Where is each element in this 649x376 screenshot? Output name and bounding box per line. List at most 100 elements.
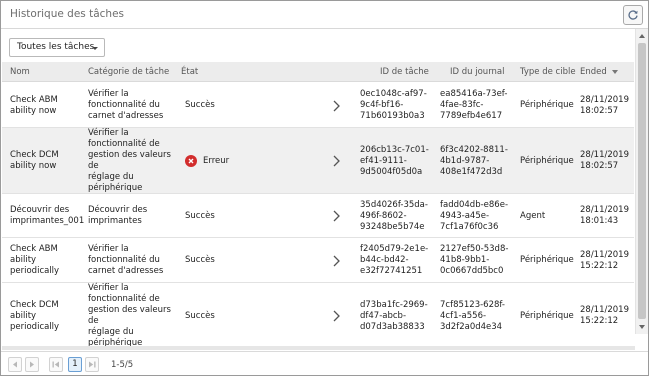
task-table: Nom Catégorie de tâche État ID de tâche … <box>2 62 634 346</box>
cell-line: imprimantes <box>88 216 142 226</box>
cell-line: f2405d79-2e1e- <box>360 244 429 254</box>
cell-name: Check DCM ability periodically <box>10 283 86 346</box>
cell-line: 71b60193b0a3 <box>360 111 425 121</box>
previous-page-button[interactable] <box>8 357 22 372</box>
chevron-right-icon[interactable] <box>331 309 341 323</box>
table-row[interactable]: Check ABM ability periodically Vérifier la f… <box>2 238 634 283</box>
cell-line: 4cf1-a556- <box>440 310 487 321</box>
cell-state: Succès <box>185 194 215 238</box>
cell-target-type: Agent <box>520 194 580 238</box>
cell-line: 0ec1048c-af97- <box>360 89 427 99</box>
cell-category: Vérifier la fonctionnalité du carnet d'adr… <box>88 83 180 128</box>
cell-line: ability <box>10 255 37 265</box>
cell-line: fonctionnalité du <box>88 100 160 110</box>
cell-category-text: Découvrir des imprimantes <box>88 205 147 227</box>
cell-name-text: Découvrir des imprimantes_001 <box>10 205 84 227</box>
cell-line: fonctionnalité de <box>88 294 160 304</box>
last-page-button[interactable] <box>85 357 99 372</box>
first-page-button[interactable] <box>49 357 63 372</box>
task-filter-dropdown[interactable]: Toutes les tâches <box>9 38 105 57</box>
chevron-right-icon[interactable] <box>331 209 341 223</box>
refresh-button[interactable] <box>623 5 643 25</box>
table-row[interactable]: Découvrir des imprimantes_001 Découvrir de… <box>2 194 634 238</box>
horizontal-scrollbar[interactable] <box>2 346 635 350</box>
status-label: Succès <box>185 255 215 265</box>
chevron-right-icon[interactable] <box>331 254 341 268</box>
cell-line: fadd04db-e86e- <box>440 199 509 210</box>
cell-name: Découvrir des imprimantes_001 <box>10 194 86 238</box>
cell-category-text: Vérifier la fonctionnalité de gestion des … <box>88 128 180 194</box>
cell-line: 4943-a45e- <box>440 210 490 221</box>
cell-category-text: Vérifier la fonctionnalité du carnet d'adr… <box>88 244 163 277</box>
cell-line: 408e1f472d3d <box>440 166 503 177</box>
last-page-icon <box>89 361 96 368</box>
cell-line: Check DCM <box>10 299 59 310</box>
cell-line: e32f72741251 <box>360 266 423 276</box>
cell-line: carnet d'adresses <box>88 111 164 121</box>
cell-target-type-text: Agent <box>520 211 545 222</box>
cell-line: ability <box>10 310 37 321</box>
scroll-up-icon[interactable] <box>639 34 645 38</box>
column-header-state[interactable]: État <box>181 67 198 77</box>
cell-line: 6f3c4202-8811- <box>440 144 508 155</box>
table-row[interactable]: Check ABM ability now Vérifier la fonctionn… <box>2 83 634 128</box>
cell-line: 7cf1a76f0c36 <box>440 221 499 232</box>
chevron-right-icon[interactable] <box>331 154 341 168</box>
cell-line: fonctionnalité de <box>88 139 160 149</box>
cell-journal-id: 2127ef50-53d8- 41b8-9bb1- 0c0667dd5bc0 <box>440 238 520 283</box>
cell-ended-text: 28/11/2019 18:01:43 <box>580 205 629 227</box>
table-row[interactable]: Check DCM ability now Vérifier la fonctionn… <box>2 128 634 194</box>
cell-line: Découvrir des <box>88 205 148 215</box>
cell-state: Erreur <box>185 128 229 194</box>
task-filter-value: Toutes les tâches <box>17 42 95 52</box>
cell-task-id-text: 0ec1048c-af97- 9c4f-bf16- 71b60193b0a3 <box>360 89 427 122</box>
cell-target-type-text: Périphérique <box>520 156 574 167</box>
next-page-button[interactable] <box>25 357 39 372</box>
chevron-down-icon <box>92 47 98 50</box>
cell-line: 28/11/2019 <box>580 205 629 215</box>
page-number-current[interactable]: 1 <box>68 357 82 372</box>
cell-ended: 28/11/2019 15:22:12 <box>580 283 634 346</box>
chevron-right-icon[interactable] <box>331 99 341 113</box>
column-header-ended-label: Ended <box>580 67 607 77</box>
cell-line: ea85416a-73ef- <box>440 89 508 99</box>
cell-line: 35d4026f-35da- <box>360 199 428 210</box>
column-header-journal-id[interactable]: ID du journal <box>450 67 505 77</box>
triangle-left-icon <box>13 361 17 368</box>
cell-target-type: Périphérique <box>520 238 580 283</box>
cell-line: d73ba1fc-2969- <box>360 299 428 310</box>
scroll-down-icon[interactable] <box>639 325 645 329</box>
cell-line: Périphérique <box>520 100 574 110</box>
cell-ended-text: 28/11/2019 18:02:57 <box>580 150 629 172</box>
column-header-target-type[interactable]: Type de cible <box>520 67 576 77</box>
table-row[interactable]: Check DCM ability periodically Vérifier la f… <box>2 283 634 346</box>
cell-target-type-text: Périphérique <box>520 311 574 322</box>
cell-category: Vérifier la fonctionnalité de gestion des … <box>88 128 180 194</box>
status-label: Succès <box>185 210 215 221</box>
column-header-task-id[interactable]: ID de tâche <box>380 67 429 77</box>
status-label: Succès <box>185 310 215 321</box>
cell-line: Périphérique <box>520 310 574 321</box>
cell-line: Check ABM <box>10 244 58 254</box>
column-header-ended[interactable]: Ended <box>580 67 618 77</box>
vertical-scrollbar[interactable] <box>635 29 648 334</box>
cell-journal-id-text: 6f3c4202-8811- 4b1d-9787- 408e1f472d3d <box>440 145 508 178</box>
cell-line: Vérifier la <box>88 128 129 138</box>
cell-line: 18:02:57 <box>580 161 619 171</box>
scrollbar-thumb[interactable] <box>638 43 646 319</box>
cell-state: Succès <box>185 83 215 128</box>
cell-target-type: Périphérique <box>520 128 580 194</box>
cell-line: b44c-bd42- <box>360 255 409 265</box>
cell-line: 28/11/2019 <box>580 249 629 260</box>
cell-ended-text: 28/11/2019 15:22:12 <box>580 250 629 272</box>
cell-ended: 28/11/2019 18:01:43 <box>580 194 634 238</box>
cell-line: Check DCM <box>10 150 59 160</box>
cell-line: 15:22:12 <box>580 260 619 271</box>
sort-descending-icon <box>611 69 618 74</box>
cell-line: périphérique <box>88 183 143 193</box>
column-header-name[interactable]: Nom <box>10 67 30 77</box>
cell-name: Check DCM ability now <box>10 128 86 194</box>
cell-task-id-text: d73ba1fc-2969- df47-abcb-d07d3ab38833 <box>360 300 428 333</box>
column-header-category[interactable]: Catégorie de tâche <box>88 67 169 77</box>
cell-journal-id: 6f3c4202-8811- 4b1d-9787- 408e1f472d3d <box>440 128 520 194</box>
